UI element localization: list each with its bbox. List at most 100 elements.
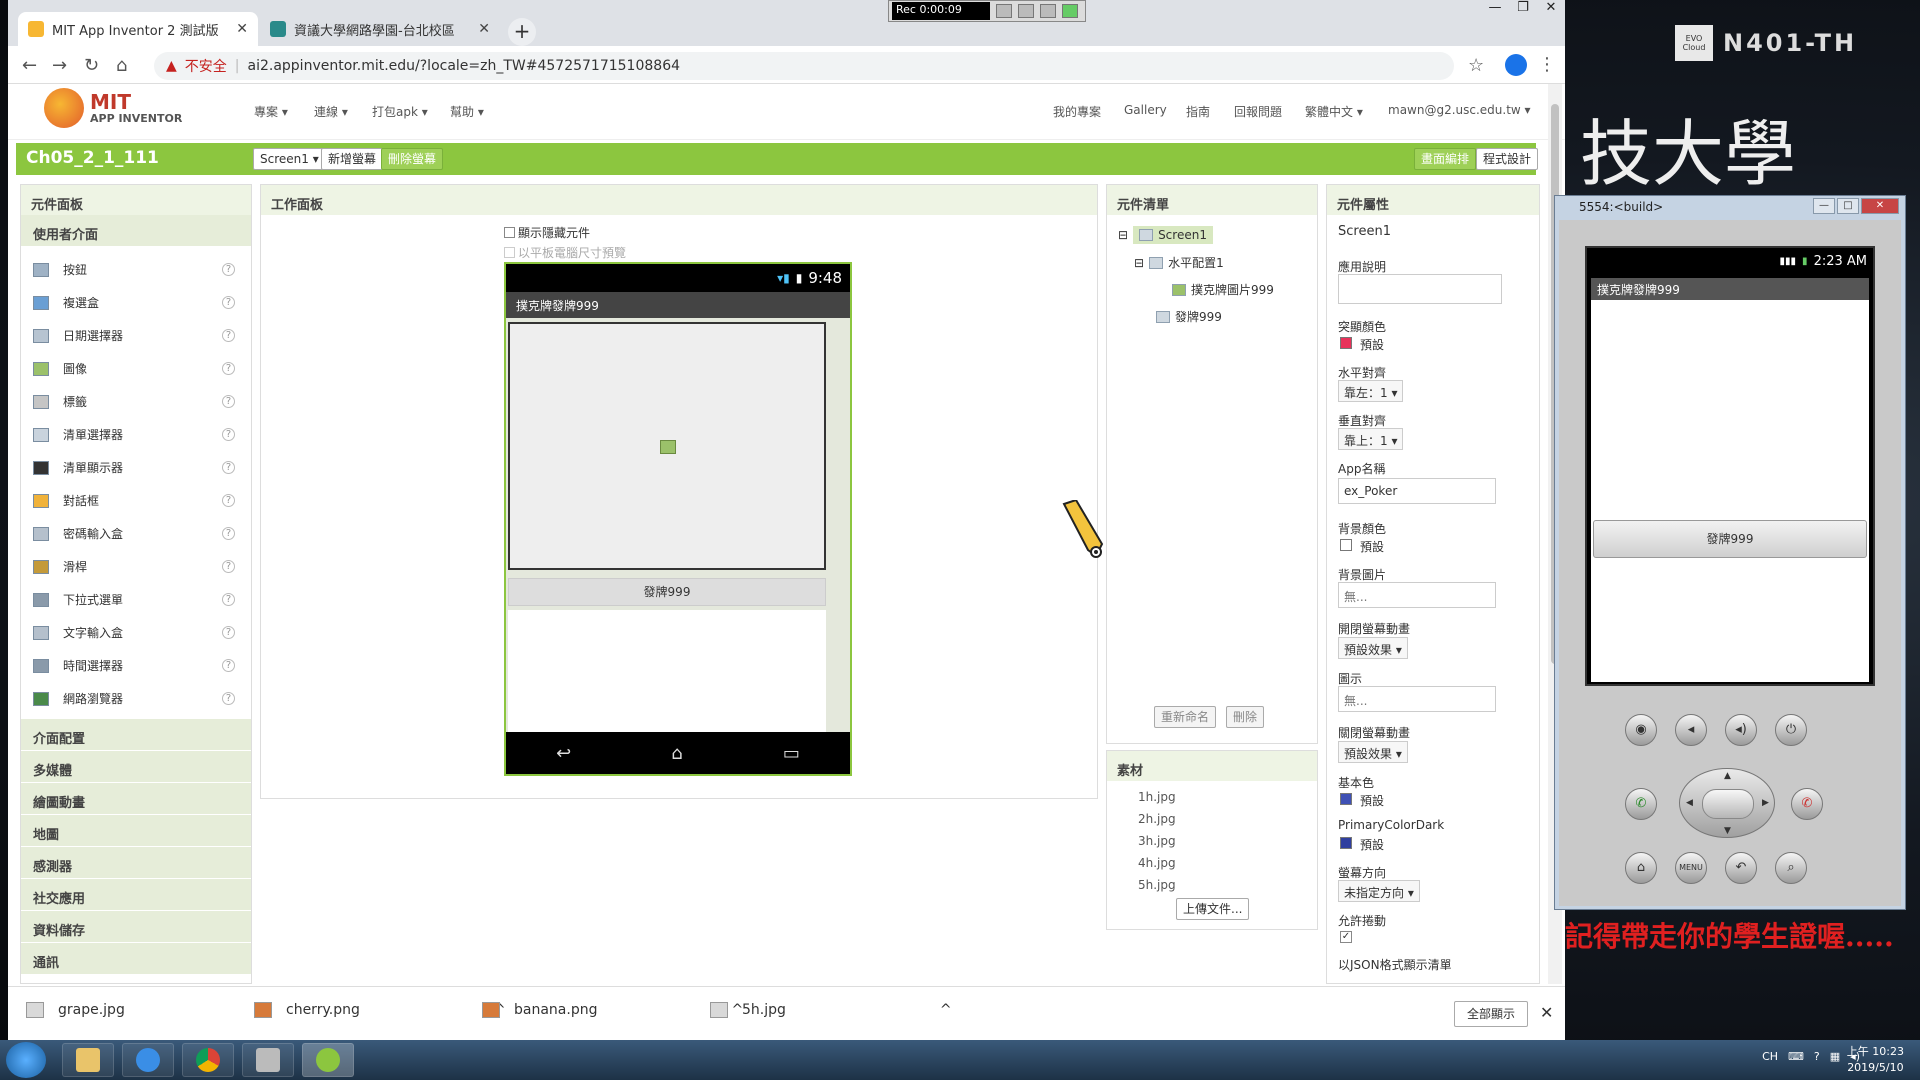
tablet-preview-row[interactable]: 以平板電腦尺寸預覽 [504, 244, 626, 261]
help-icon[interactable]: ? [222, 428, 235, 441]
deal-button[interactable]: 發牌999 [508, 578, 826, 606]
primary-swatch[interactable] [1340, 793, 1352, 805]
blocks-button[interactable]: 程式設計 [1476, 148, 1539, 170]
media-file[interactable]: 2h.jpg [1138, 812, 1176, 826]
close-window-button[interactable]: ✕ [1537, 0, 1565, 20]
menu-build[interactable]: 打包apk ▾ [372, 103, 428, 120]
profile-avatar[interactable] [1505, 54, 1527, 76]
emulator-close-button[interactable]: ✕ [1861, 198, 1899, 214]
help-icon[interactable]: ? [222, 395, 235, 408]
media-file[interactable]: 3h.jpg [1138, 834, 1176, 848]
add-screen-button[interactable]: 新增螢幕 [321, 148, 384, 170]
help-icon[interactable]: ? [222, 692, 235, 705]
menu-account[interactable]: mawn@g2.usc.edu.tw ▾ [1388, 103, 1531, 117]
dpad-center[interactable] [1702, 789, 1754, 819]
palette-category[interactable]: 社交應用 [21, 879, 251, 911]
show-hidden-row[interactable]: 顯示隱藏元件 [504, 224, 590, 241]
recorder-pen-icon[interactable] [1018, 4, 1034, 18]
start-button[interactable] [6, 1042, 46, 1078]
tab-campus[interactable]: 資議大學網路學園-台北校區 ✕ [260, 12, 500, 46]
menu-key[interactable]: MENU [1675, 852, 1707, 884]
tree-node-screen1[interactable]: ⊟ Screen1 [1118, 226, 1213, 244]
accent-value[interactable]: 預設 [1360, 336, 1384, 353]
maximize-button[interactable]: ❐ [1509, 0, 1537, 20]
menu-report[interactable]: 回報問題 [1234, 103, 1282, 120]
recorder-stop-icon[interactable] [1062, 4, 1078, 18]
primarydark-value[interactable]: 預設 [1360, 836, 1384, 853]
recorder-camera-icon[interactable] [996, 4, 1012, 18]
keyboard-icon[interactable]: ⌨ [1788, 1050, 1804, 1063]
download-item[interactable]: 5h.jpg ^ [710, 1002, 952, 1018]
power-icon[interactable]: ⏻ [1775, 714, 1807, 746]
help-icon[interactable]: ? [222, 659, 235, 672]
app-inventor-logo[interactable]: MIT APP INVENTOR [44, 88, 182, 128]
icon-field[interactable]: 無... [1338, 686, 1496, 712]
help-icon[interactable]: ? [222, 626, 235, 639]
help-icon[interactable]: ? [222, 593, 235, 606]
palette-category[interactable]: 感測器 [21, 847, 251, 879]
tree-node-deal-button[interactable]: 發牌999 [1156, 308, 1222, 325]
palette-item[interactable]: 按鈕? [21, 253, 251, 286]
help-icon[interactable]: ? [222, 362, 235, 375]
phone-title-bar[interactable]: 撲克牌發牌999 [506, 292, 850, 318]
home-icon[interactable]: ⌂ [116, 55, 127, 76]
close-tab-icon[interactable]: ✕ [478, 21, 490, 37]
palette-category[interactable]: 資料儲存 [21, 911, 251, 943]
help-icon[interactable]: ? [222, 560, 235, 573]
ime-indicator[interactable]: CH [1762, 1050, 1778, 1063]
palette-item[interactable]: 複選盒? [21, 286, 251, 319]
palette-item[interactable]: 時間選擇器? [21, 649, 251, 682]
designer-button[interactable]: 畫面編排 [1414, 148, 1477, 170]
primary-value[interactable]: 預設 [1360, 792, 1384, 809]
horizontal-arrangement[interactable]: 發牌999 [506, 318, 850, 732]
closeanim-select[interactable]: 預設效果 ▾ [1338, 741, 1408, 763]
minimize-button[interactable]: — [1481, 0, 1509, 20]
palette-item[interactable]: 清單顯示器? [21, 451, 251, 484]
about-field[interactable] [1338, 274, 1502, 304]
emulator-minimize-button[interactable]: — [1813, 198, 1835, 214]
forward-icon[interactable]: → [52, 55, 67, 76]
taskbar-clock[interactable]: 上午 10:23 2019/5/10 [1847, 1044, 1904, 1076]
menu-guide[interactable]: 指南 [1186, 103, 1210, 120]
palette-item[interactable]: 滑桿? [21, 550, 251, 583]
emulator-screen[interactable]: ▮▮▮ ▮ 2:23 AM 撲克牌發牌999 發牌999 [1585, 246, 1875, 686]
dpad-control[interactable]: ▲ ▼ ◀ ▶ [1679, 768, 1775, 838]
primarydark-swatch[interactable] [1340, 837, 1352, 849]
download-item[interactable]: grape.jpg ^ [26, 1002, 271, 1018]
help-icon[interactable]: ? [222, 329, 235, 342]
halign-select[interactable]: 靠左：1 ▾ [1338, 380, 1404, 402]
palette-item[interactable]: 下拉式選單? [21, 583, 251, 616]
taskbar-app[interactable] [242, 1043, 294, 1077]
emulator-maximize-button[interactable]: □ [1837, 198, 1859, 214]
tree-node-horizontal-arrangement[interactable]: ⊟ 水平配置1 [1134, 254, 1224, 271]
bookmark-star-icon[interactable]: ☆ [1468, 55, 1484, 76]
palette-category[interactable]: 通訊 [21, 943, 251, 975]
collapse-icon[interactable]: ⊟ [1118, 228, 1128, 242]
palette-category-ui[interactable]: 使用者介面 [21, 215, 251, 247]
dpad-right-icon[interactable]: ▶ [1762, 798, 1769, 808]
palette-item[interactable]: 日期選擇器? [21, 319, 251, 352]
media-file[interactable]: 5h.jpg [1138, 878, 1176, 892]
upload-file-button[interactable]: 上傳文件... [1176, 898, 1250, 920]
screen-select[interactable]: Screen1 ▾ [253, 148, 326, 170]
help-icon[interactable]: ? [222, 527, 235, 540]
menu-gallery[interactable]: Gallery [1124, 103, 1167, 117]
volume-up-icon[interactable]: ◂) [1725, 714, 1757, 746]
palette-item[interactable]: 標籤? [21, 385, 251, 418]
delete-button[interactable]: 刪除 [1226, 706, 1265, 728]
download-item[interactable]: banana.png ^ [482, 1002, 743, 1018]
dpad-up-icon[interactable]: ▲ [1724, 771, 1731, 781]
bgimage-field[interactable]: 無... [1338, 582, 1496, 608]
end-call-icon[interactable]: ✆ [1791, 788, 1823, 820]
palette-item[interactable]: 圖像? [21, 352, 251, 385]
new-tab-button[interactable]: + [508, 18, 536, 46]
download-options-icon[interactable]: ^ [940, 1002, 952, 1018]
emulator-deal-button[interactable]: 發牌999 [1593, 520, 1867, 558]
bgcolor-swatch[interactable] [1340, 539, 1352, 551]
accent-swatch[interactable] [1340, 337, 1352, 349]
media-file[interactable]: 4h.jpg [1138, 856, 1176, 870]
collapse-icon[interactable]: ⊟ [1134, 256, 1144, 270]
call-icon[interactable]: ✆ [1625, 788, 1657, 820]
url-text[interactable]: ai2.appinventor.mit.edu/?locale=zh_TW#45… [248, 58, 681, 74]
camera-key-icon[interactable]: ◉ [1625, 714, 1657, 746]
